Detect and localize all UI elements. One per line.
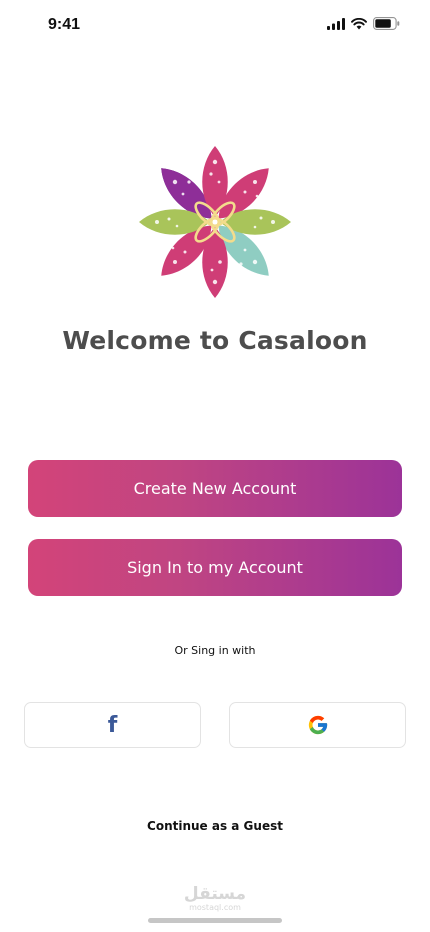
watermark-sub: mostaql.com: [189, 903, 241, 912]
status-icons: [327, 17, 400, 30]
logo-petals: [139, 146, 291, 298]
sign-in-label: Sign In to my Account: [127, 558, 303, 577]
casaloon-logo: [139, 146, 291, 298]
wifi-icon: [351, 17, 367, 29]
create-account-label: Create New Account: [133, 479, 297, 498]
battery-icon: [373, 17, 400, 30]
watermark-main: مستقل: [183, 884, 247, 904]
sign-in-button[interactable]: Sign In to my Account: [28, 539, 402, 596]
facebook-icon: f: [107, 712, 118, 738]
signal-icon: [327, 17, 345, 30]
status-bar: 9:41: [0, 0, 430, 50]
welcome-title: Welcome to Casaloon: [62, 326, 368, 355]
watermark: مستقل mostaql.com: [0, 885, 430, 912]
create-account-button[interactable]: Create New Account: [28, 460, 402, 517]
google-icon: [308, 715, 327, 735]
home-indicator: [148, 918, 282, 923]
facebook-signin-button[interactable]: f: [24, 702, 201, 748]
status-time: 9:41: [48, 16, 81, 33]
google-signin-button[interactable]: [229, 702, 406, 748]
social-signin-prompt: Or Sing in with: [174, 644, 256, 657]
continue-as-guest-link[interactable]: Continue as a Guest: [0, 819, 430, 833]
